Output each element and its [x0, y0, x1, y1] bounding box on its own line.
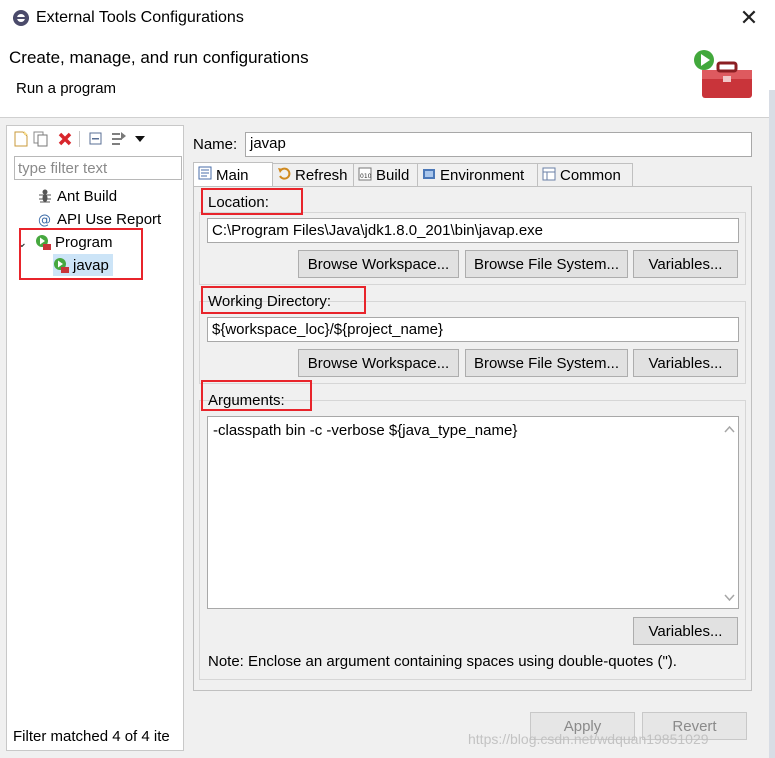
new-config-icon[interactable] — [12, 130, 30, 148]
program-run-icon — [53, 257, 69, 273]
ant-icon — [37, 188, 53, 204]
working-dir-variables-button[interactable]: Variables... — [633, 349, 738, 377]
common-icon — [542, 167, 556, 185]
dialog-header-title: Create, manage, and run configurations — [9, 48, 309, 67]
tree-item-javap[interactable]: javap — [53, 254, 113, 276]
delete-config-icon[interactable] — [56, 130, 74, 148]
tree-item-label: API Use Report — [57, 210, 162, 228]
tree-item-label: javap — [73, 256, 109, 274]
tab-label: Environment — [440, 167, 525, 184]
dialog-header-subtitle: Run a program — [16, 80, 117, 97]
svg-text:@: @ — [38, 213, 51, 227]
tree-item-label: Program — [55, 233, 113, 251]
background-window-edge — [769, 90, 775, 758]
arguments-textarea[interactable]: -classpath bin -c -verbose ${java_type_n… — [207, 416, 739, 609]
location-input[interactable]: C:\Program Files\Java\jdk1.8.0_201\bin\j… — [207, 218, 739, 243]
filter-input[interactable] — [14, 156, 182, 180]
refresh-icon — [277, 167, 291, 185]
tab-label: Main — [216, 166, 249, 184]
tab-label: Refresh — [295, 167, 348, 184]
main-tab-icon — [198, 166, 212, 184]
watermark-text: https://blog.csdn.net/wdquan19851029 — [468, 731, 709, 747]
tab-environment[interactable]: Environment — [417, 163, 538, 187]
tree-item-api-use-report[interactable]: @ API Use Report — [37, 208, 161, 230]
location-variables-button[interactable]: Variables... — [633, 250, 738, 278]
window-title: External Tools Configurations — [36, 9, 244, 26]
build-icon: 010 — [358, 167, 372, 185]
view-menu-chevron-icon[interactable] — [131, 130, 149, 148]
tree-item-label: Ant Build — [57, 187, 118, 205]
working-directory-input[interactable]: ${workspace_loc}/${project_name} — [207, 317, 739, 342]
name-input[interactable]: javap — [245, 132, 752, 157]
svg-text:010: 010 — [360, 173, 372, 180]
arguments-variables-button[interactable]: Variables... — [633, 617, 738, 645]
program-run-icon — [35, 234, 51, 250]
working-dir-browse-filesystem-button[interactable]: Browse File System... — [465, 349, 628, 377]
name-label: Name: — [193, 136, 238, 153]
tab-build[interactable]: 010 Build — [353, 163, 418, 187]
location-browse-workspace-button[interactable]: Browse Workspace... — [298, 250, 459, 278]
toolbox-run-icon — [692, 48, 754, 104]
filter-status: Filter matched 4 of 4 ite — [13, 728, 170, 745]
location-browse-filesystem-button[interactable]: Browse File System... — [465, 250, 628, 278]
environment-icon — [422, 167, 436, 185]
tab-label: Common — [560, 167, 621, 184]
arguments-text: -classpath bin -c -verbose ${java_type_n… — [213, 422, 518, 439]
tree-expand-toggle[interactable]: ⌄ — [16, 235, 30, 249]
eclipse-app-icon — [12, 9, 30, 27]
tab-common[interactable]: Common — [537, 163, 633, 187]
working-directory-label: Working Directory: — [208, 293, 332, 310]
tab-label: Build — [376, 167, 410, 184]
arguments-note: Note: Enclose an argument containing spa… — [208, 653, 677, 670]
location-label: Location: — [208, 194, 269, 211]
tree-item-ant-build[interactable]: Ant Build — [37, 185, 117, 207]
tab-refresh[interactable]: Refresh — [272, 163, 354, 187]
configuration-list-panel: Ant Build @ API Use Report ⌄ Program jav… — [6, 125, 184, 751]
tree-item-program[interactable]: ⌄ Program — [16, 231, 113, 253]
toolbar-separator — [79, 131, 80, 147]
tab-main[interactable]: Main — [193, 162, 273, 187]
arguments-scrollbar[interactable] — [721, 417, 738, 608]
arguments-label: Arguments: — [208, 392, 285, 409]
collapse-all-icon[interactable] — [87, 130, 105, 148]
duplicate-config-icon[interactable] — [32, 130, 50, 148]
close-icon[interactable]: ✕ — [736, 4, 762, 32]
api-report-icon: @ — [37, 211, 53, 227]
filter-icon[interactable] — [110, 130, 128, 148]
working-dir-browse-workspace-button[interactable]: Browse Workspace... — [298, 349, 459, 377]
